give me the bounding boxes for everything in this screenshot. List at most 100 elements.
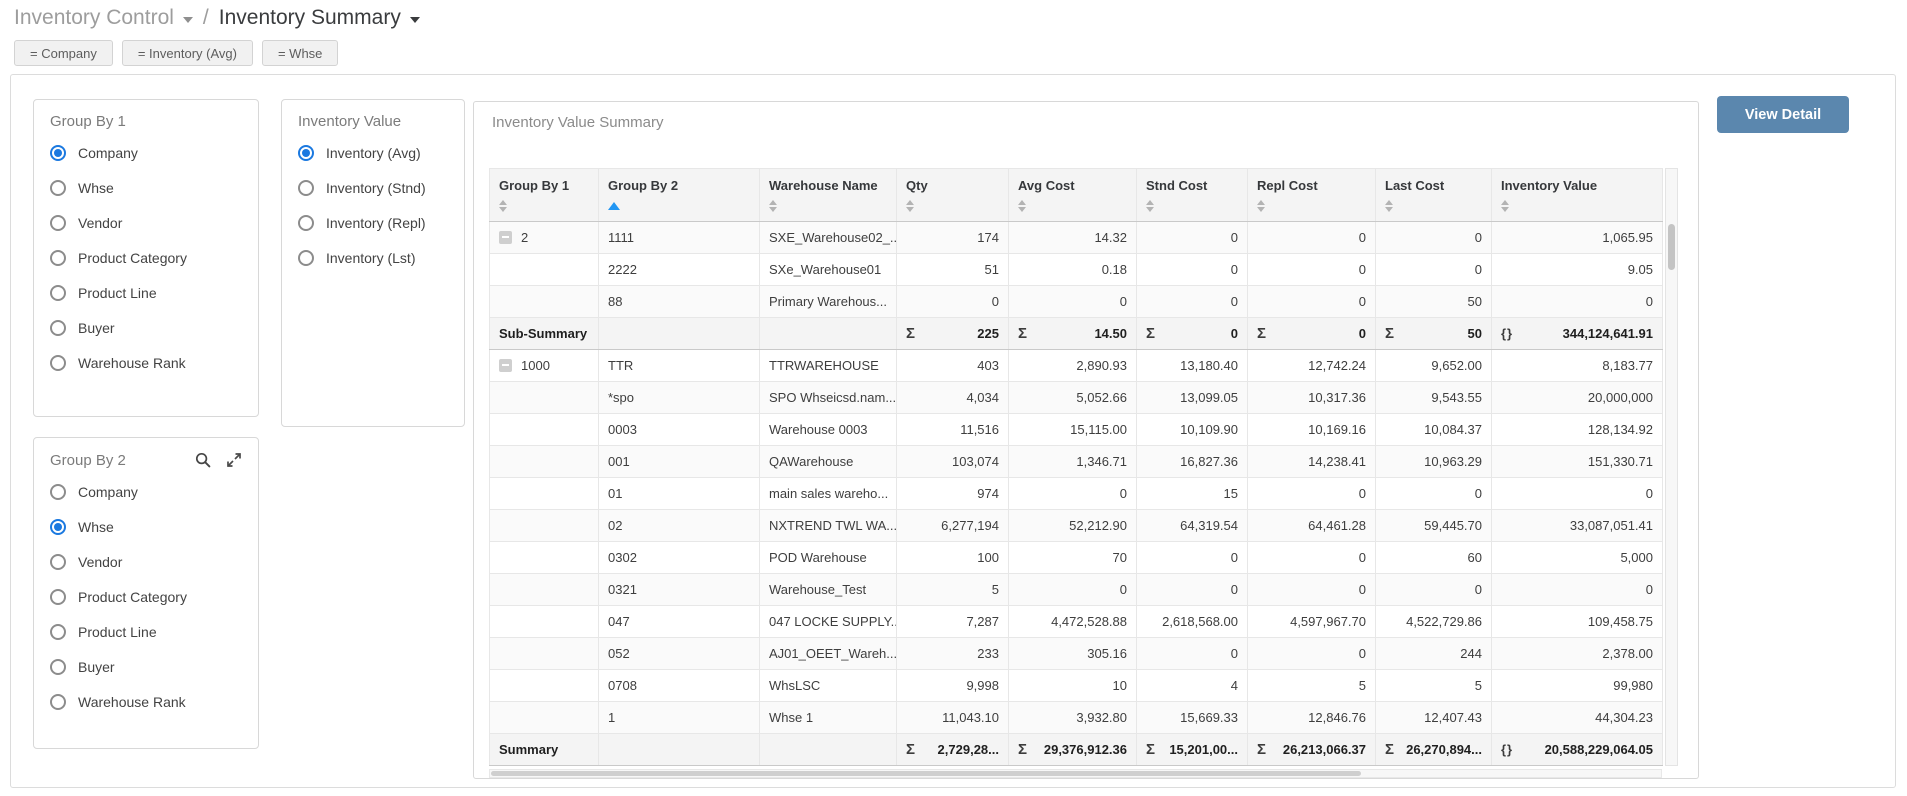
radio-option[interactable]: Product Line xyxy=(34,614,258,649)
inventory-value-cell: 33,087,051.41 xyxy=(1491,509,1663,542)
warehouse-name-cell: SPO Whseicsd.nam... xyxy=(759,381,897,414)
filter-chip[interactable]: = Whse xyxy=(261,40,339,66)
column-header-repl-cost[interactable]: Repl Cost xyxy=(1247,168,1376,222)
sort-icon[interactable] xyxy=(897,193,1008,212)
table-row[interactable]: 02 NXTREND TWL WA... 6,277,194 52,212.90 64,… xyxy=(489,509,1663,542)
radio-option[interactable]: Product Category xyxy=(34,579,258,614)
sort-icon[interactable] xyxy=(1492,193,1662,212)
table-row[interactable]: 88 Primary Warehous... 0 0 0 0 50 0 xyxy=(489,285,1663,318)
column-header-avg-cost[interactable]: Avg Cost xyxy=(1008,168,1137,222)
stnd-cost-cell: 0 xyxy=(1136,253,1248,286)
table-row[interactable]: 2 1111 SXE_Warehouse02_... 174 14.32 0 0 0 1,065… xyxy=(489,221,1663,254)
last-cost-cell: 9,652.00 xyxy=(1375,349,1492,382)
sort-icon[interactable] xyxy=(1137,193,1247,212)
group1-cell[interactable]: 2 xyxy=(489,221,599,254)
sort-icon[interactable] xyxy=(490,193,598,212)
sigma-icon: Σ xyxy=(1257,325,1267,342)
radio-option[interactable]: Vendor xyxy=(34,544,258,579)
search-icon[interactable] xyxy=(194,451,212,469)
horizontal-scrollbar-thumb[interactable] xyxy=(491,771,1361,776)
table-row[interactable]: 1000 TTR TTRWAREHOUSE 403 2,890.93 13,180.40 1… xyxy=(489,349,1663,382)
sigma-icon: Σ xyxy=(906,741,916,758)
table-row[interactable]: 0708 WhsLSC 9,998 10 4 5 5 99,980 xyxy=(489,669,1663,702)
filter-chip[interactable]: = Company xyxy=(14,40,113,66)
radio-option[interactable]: Whse xyxy=(34,509,258,544)
radio-icon xyxy=(50,249,66,266)
table-row[interactable]: 1 Whse 1 11,043.10 3,932.80 15,669.33 12,846.… xyxy=(489,701,1663,734)
group-by-1-title: Group By 1 xyxy=(34,100,258,135)
sort-icon[interactable] xyxy=(760,193,896,212)
table-row[interactable]: 0003 Warehouse 0003 11,516 15,115.00 10,109.… xyxy=(489,413,1663,446)
last-cost-cell: 60 xyxy=(1375,541,1492,574)
radio-option[interactable]: Product Category xyxy=(34,240,258,275)
filter-chip[interactable]: = Inventory (Avg) xyxy=(121,40,253,66)
column-header-inventory-value[interactable]: Inventory Value xyxy=(1491,168,1663,222)
radio-label: Warehouse Rank xyxy=(78,693,186,710)
radio-option[interactable]: Vendor xyxy=(34,205,258,240)
group-by-1-panel: Group By 1 Company Whse Vendor Product C… xyxy=(33,99,259,417)
table-row[interactable]: *spo SPO Whseicsd.nam... 4,034 5,052.66 13,0… xyxy=(489,381,1663,414)
radio-icon xyxy=(50,354,66,371)
table-row[interactable]: 047 047 LOCKE SUPPLY... 7,287 4,472,528.88 2… xyxy=(489,605,1663,638)
table-row[interactable]: 0302 POD Warehouse 100 70 0 0 60 5,000 xyxy=(489,541,1663,574)
breadcrumb-section[interactable]: Inventory Control xyxy=(14,6,193,30)
radio-option[interactable]: Product Line xyxy=(34,275,258,310)
group1-cell xyxy=(489,637,599,670)
inventory-value-cell: 151,330.71 xyxy=(1491,445,1663,478)
sort-icon[interactable] xyxy=(1376,193,1491,212)
collapse-icon[interactable] xyxy=(499,359,512,372)
radio-option[interactable]: Buyer xyxy=(34,310,258,345)
inventory-value-cell: 1,065.95 xyxy=(1491,221,1663,254)
column-header-last-cost[interactable]: Last Cost xyxy=(1375,168,1492,222)
qty-cell: 6,277,194 xyxy=(896,509,1009,542)
radio-label: Inventory (Repl) xyxy=(326,214,426,231)
group1-cell xyxy=(489,413,599,446)
summary-value: 0 xyxy=(1230,326,1238,341)
stnd-cost-cell: 0 xyxy=(1136,573,1248,606)
sigma-icon: Σ xyxy=(1385,325,1395,342)
radio-option[interactable]: Company xyxy=(34,474,258,509)
radio-option[interactable]: Buyer xyxy=(34,649,258,684)
radio-option[interactable]: Inventory (Stnd) xyxy=(282,170,464,205)
vertical-scrollbar-thumb[interactable] xyxy=(1668,224,1675,270)
view-detail-button[interactable]: View Detail xyxy=(1717,96,1849,133)
expand-icon[interactable] xyxy=(225,451,243,469)
radio-option[interactable]: Warehouse Rank xyxy=(34,345,258,380)
collapse-icon[interactable] xyxy=(499,231,512,244)
radio-label: Buyer xyxy=(78,319,115,336)
avg-cost-cell: 5,052.66 xyxy=(1008,381,1137,414)
column-header-warehouse-name[interactable]: Warehouse Name xyxy=(759,168,897,222)
breadcrumb-page[interactable]: Inventory Summary xyxy=(219,6,420,30)
group1-cell[interactable]: 1000 xyxy=(489,349,599,382)
stnd-cost-cell: 0 xyxy=(1136,285,1248,318)
radio-label: Inventory (Lst) xyxy=(326,249,416,266)
radio-option[interactable]: Whse xyxy=(34,170,258,205)
table-row[interactable]: 001 QAWarehouse 103,074 1,346.71 16,827.36 14… xyxy=(489,445,1663,478)
column-header-group-by-2[interactable]: Group By 2 xyxy=(598,168,760,222)
group2-cell: 0003 xyxy=(598,413,760,446)
group2-cell: 88 xyxy=(598,285,760,318)
radio-option[interactable]: Inventory (Lst) xyxy=(282,240,464,275)
column-header-group-by-1[interactable]: Group By 1 xyxy=(489,168,599,222)
radio-option[interactable]: Inventory (Repl) xyxy=(282,205,464,240)
inventory-value-cell: 0 xyxy=(1491,573,1663,606)
table-row[interactable]: 2222 SXe_Warehouse01 51 0.18 0 0 0 9.05 xyxy=(489,253,1663,286)
radio-option[interactable]: Warehouse Rank xyxy=(34,684,258,719)
column-header-qty[interactable]: Qty xyxy=(896,168,1009,222)
sort-asc-icon[interactable] xyxy=(599,193,759,210)
horizontal-scrollbar[interactable] xyxy=(489,769,1662,778)
radio-option[interactable]: Company xyxy=(34,135,258,170)
sort-icon[interactable] xyxy=(1009,193,1136,212)
panel-title-label: Group By 1 xyxy=(50,113,126,130)
table-row[interactable]: 01 main sales wareho... 974 0 15 0 0 0 xyxy=(489,477,1663,510)
table-row[interactable]: 052 AJ01_OEET_Wareh... 233 305.16 0 0 244 2,378… xyxy=(489,637,1663,670)
sort-icon[interactable] xyxy=(1248,193,1375,212)
panel-title-label: Inventory Value xyxy=(298,113,402,130)
column-header-stnd-cost[interactable]: Stnd Cost xyxy=(1136,168,1248,222)
table-row[interactable]: 0321 Warehouse_Test 5 0 0 0 0 0 xyxy=(489,573,1663,606)
inventory-value-cell: 9.05 xyxy=(1491,253,1663,286)
vertical-scrollbar[interactable] xyxy=(1665,168,1678,766)
inventory-value-cell: 0 xyxy=(1491,477,1663,510)
radio-option[interactable]: Inventory (Avg) xyxy=(282,135,464,170)
column-label: Avg Cost xyxy=(1018,178,1075,193)
